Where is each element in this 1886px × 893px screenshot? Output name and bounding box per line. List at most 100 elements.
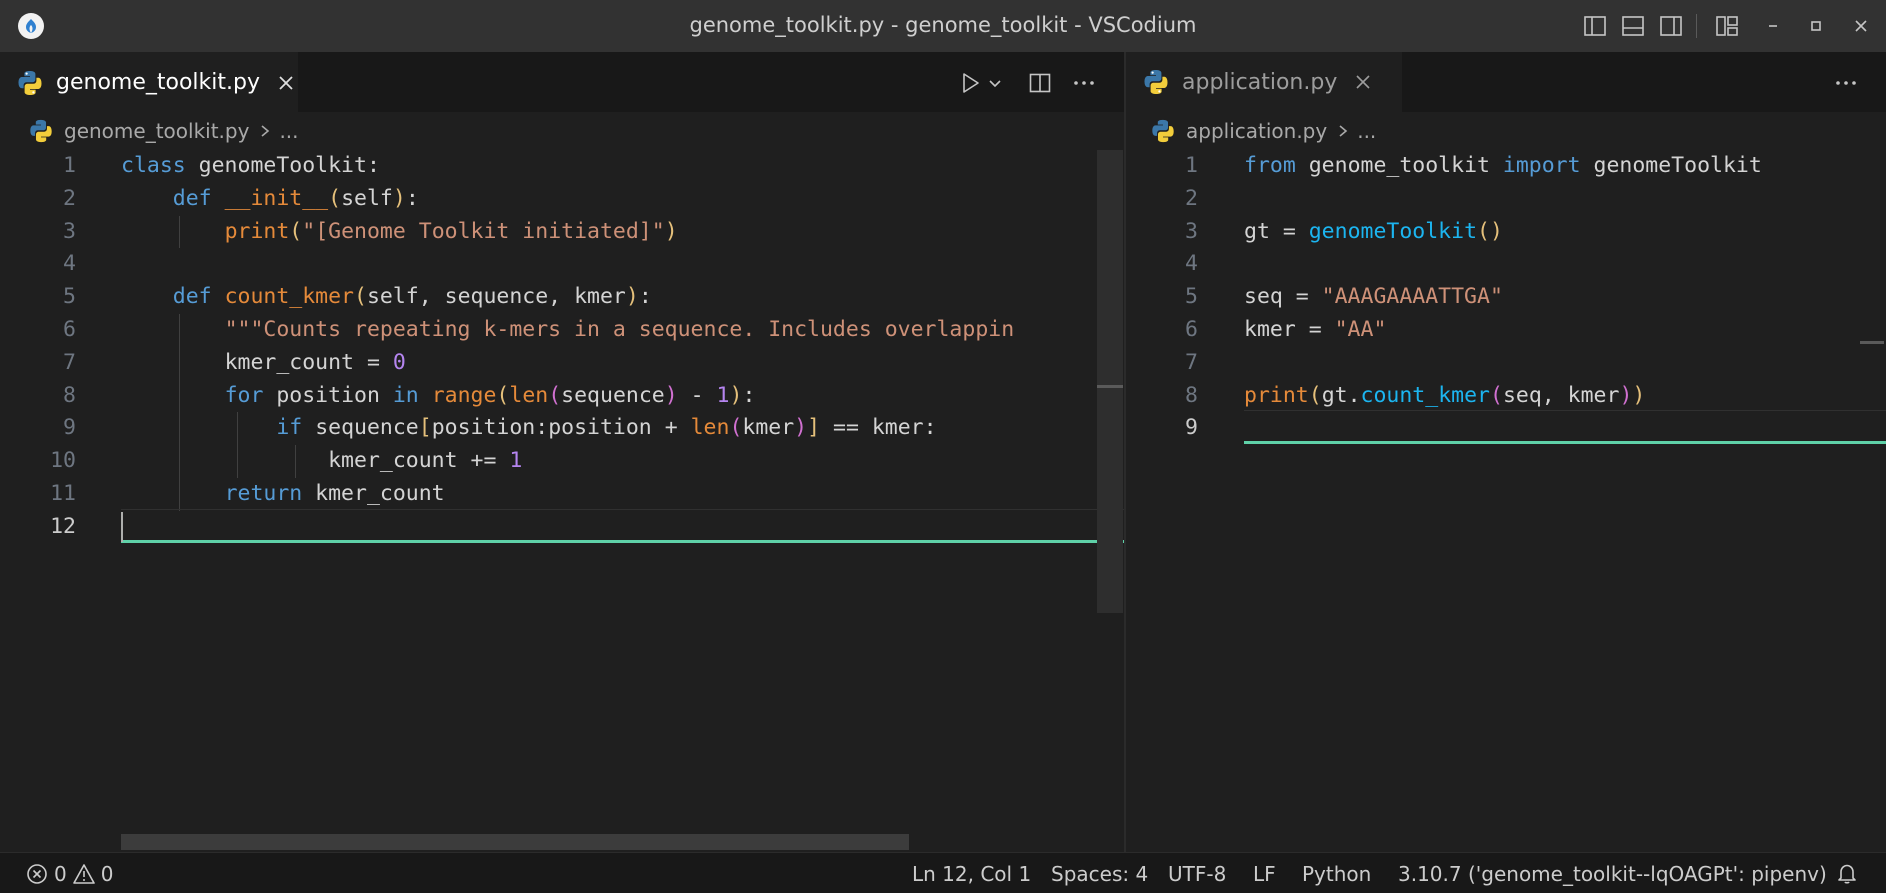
toggle-primary-sidebar-icon[interactable] — [1582, 13, 1608, 39]
customize-layout-icon[interactable] — [1714, 13, 1740, 39]
code-token: range — [431, 382, 497, 408]
code-line: 2 def __init__(self): — [0, 183, 1124, 216]
code-line: 6 kmer = "AA" — [1126, 314, 1886, 347]
close-icon[interactable] — [1848, 13, 1874, 39]
end-of-line[interactable]: LF — [1253, 862, 1276, 886]
tab-label: genome_toolkit.py — [56, 70, 260, 95]
tab-application[interactable]: application.py — [1126, 52, 1402, 112]
code-token: gt. — [1321, 382, 1361, 408]
code-token: ( — [328, 185, 342, 211]
horizontal-scrollbar[interactable] — [121, 834, 909, 850]
line-number[interactable]: 8 — [0, 380, 76, 413]
cursor-position[interactable]: Ln 12, Col 1 — [912, 862, 1031, 886]
breadcrumb-symbols[interactable]: ... — [1357, 119, 1376, 143]
code-editor-right[interactable]: 1 from genome_toolkit import genomeToolki… — [1126, 150, 1886, 445]
code-token: self, sequence, kmer — [366, 284, 626, 310]
line-number[interactable]: 12 — [0, 511, 76, 544]
more-actions-icon[interactable] — [1832, 69, 1860, 97]
line-number[interactable]: 7 — [1126, 347, 1198, 380]
line-number[interactable]: 2 — [0, 183, 76, 216]
code-token: __init__ — [224, 185, 329, 211]
close-tab-icon[interactable] — [274, 71, 298, 95]
code-token: ( — [729, 415, 743, 441]
breadcrumb-file[interactable]: application.py — [1186, 119, 1327, 143]
line-number[interactable]: 5 — [1126, 281, 1198, 314]
close-tab-icon[interactable] — [1351, 70, 1375, 94]
code-token: : — [742, 382, 756, 408]
code-token: "[Genome Toolkit initiated]" — [302, 218, 665, 244]
line-number[interactable]: 1 — [1126, 150, 1198, 183]
code-token: ( — [1489, 382, 1503, 408]
code-token: sequence — [561, 382, 665, 408]
line-number[interactable]: 2 — [1126, 183, 1198, 216]
line-number[interactable]: 11 — [0, 478, 76, 511]
code-token: kmer_count = — [224, 349, 393, 375]
line-number[interactable]: 9 — [1126, 412, 1198, 445]
breadcrumb-file[interactable]: genome_toolkit.py — [64, 119, 249, 143]
maximize-icon[interactable] — [1803, 13, 1829, 39]
indentation[interactable]: Spaces: 4 — [1051, 862, 1148, 886]
code-text: kmer = "AA" — [1244, 314, 1386, 347]
encoding[interactable]: UTF-8 — [1168, 862, 1226, 886]
toggle-panel-icon[interactable] — [1620, 13, 1646, 39]
code-token: ] — [807, 415, 821, 441]
line-number[interactable]: 10 — [0, 445, 76, 478]
language-mode[interactable]: Python — [1302, 862, 1371, 886]
breadcrumb-symbols[interactable]: ... — [279, 119, 298, 143]
code-text: for position in range(len(sequence) - 1)… — [121, 380, 756, 413]
chevron-right-icon — [259, 119, 271, 143]
run-python-file-icon[interactable] — [956, 69, 984, 97]
code-token: kmer = — [1244, 316, 1335, 342]
line-number[interactable]: 6 — [1126, 314, 1198, 347]
line-number[interactable]: 3 — [1126, 216, 1198, 249]
code-text: return kmer_count — [121, 478, 445, 511]
code-line: 8 for position in range(len(sequence) - … — [0, 379, 1124, 413]
minimize-icon[interactable] — [1760, 13, 1786, 39]
code-token: print — [224, 218, 290, 244]
line-number[interactable]: 4 — [1126, 248, 1198, 281]
split-editor-icon[interactable] — [1026, 69, 1054, 97]
more-actions-icon[interactable] — [1070, 69, 1098, 97]
notifications-bell-icon[interactable] — [1836, 862, 1858, 884]
line-number[interactable]: 1 — [0, 150, 76, 183]
code-token: kmer_count — [315, 480, 445, 506]
code-token: [ — [418, 415, 432, 441]
python-file-icon — [1144, 70, 1168, 94]
code-line: 4 — [0, 248, 1124, 281]
code-editor-left[interactable]: 1 class genomeToolkit: 2 def __init__(self… — [0, 150, 1124, 544]
toggle-secondary-sidebar-icon[interactable] — [1658, 13, 1684, 39]
tab-bar: application.py — [1126, 52, 1886, 112]
vertical-scrollbar[interactable] — [1097, 150, 1123, 613]
code-token: seq = — [1244, 284, 1322, 310]
line-number[interactable]: 5 — [0, 281, 76, 314]
code-token: == kmer: — [820, 415, 937, 441]
line-number[interactable]: 6 — [0, 314, 76, 347]
line-number[interactable]: 9 — [0, 412, 76, 445]
python-interpreter[interactable]: 3.10.7 ('genome_toolkit--lqOAGPt': pipen… — [1398, 862, 1827, 886]
code-text: class genomeToolkit: — [121, 150, 380, 183]
line-number[interactable]: 4 — [0, 248, 76, 281]
code-token: : — [638, 284, 652, 310]
line-number[interactable]: 8 — [1126, 380, 1198, 413]
tab-genome-toolkit[interactable]: genome_toolkit.py — [0, 52, 298, 112]
line-number[interactable]: 7 — [0, 347, 76, 380]
problems-indicator[interactable]: 0 0 — [26, 862, 113, 886]
code-token: for — [224, 382, 277, 408]
code-token: () — [1477, 218, 1503, 244]
code-token: 1 — [509, 448, 523, 474]
run-dropdown-chevron-down-icon[interactable] — [984, 69, 1006, 97]
error-count: 0 — [54, 862, 67, 886]
tab-label: application.py — [1182, 69, 1338, 95]
code-token: self — [341, 185, 393, 211]
line-number[interactable]: 3 — [0, 216, 76, 249]
code-line: 3 print("[Genome Toolkit initiated]") — [0, 215, 1124, 249]
code-line: 5 seq = "AAAGAAAATTGA" — [1126, 281, 1886, 314]
code-token: sequence — [315, 415, 419, 441]
code-token: 1 — [716, 382, 730, 408]
code-text: kmer_count += 1 — [121, 445, 522, 478]
